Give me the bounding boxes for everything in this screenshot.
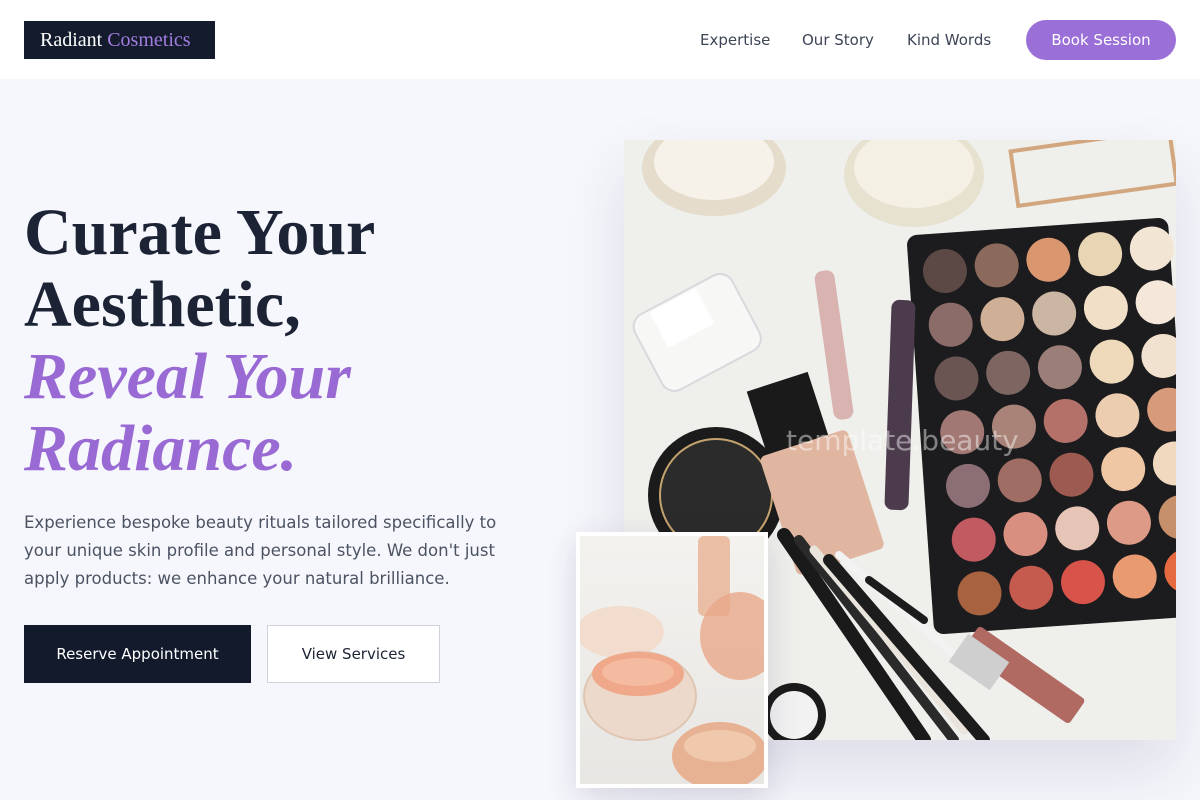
view-services-button[interactable]: View Services: [267, 625, 440, 683]
powder-jars-illustration: [580, 536, 764, 784]
reserve-appointment-button[interactable]: Reserve Appointment: [24, 625, 251, 683]
brand-name-primary: Radiant: [40, 29, 103, 51]
nav-link-kind-words[interactable]: Kind Words: [907, 30, 991, 50]
hero-title-line-2: Aesthetic,: [24, 268, 301, 341]
nav-link-expertise[interactable]: Expertise: [700, 30, 770, 50]
hero-title-accent-2: Radiance.: [24, 412, 298, 485]
brand-logo[interactable]: Radiant Cosmetics: [24, 21, 215, 59]
hero-title-line-1: Curate Your: [24, 196, 376, 269]
nav-link-our-story[interactable]: Our Story: [802, 30, 874, 50]
hero-title-accent-1: Reveal Your: [24, 340, 351, 413]
hero-description: Experience bespoke beauty rituals tailor…: [24, 513, 497, 588]
brand-name-accent: Cosmetics: [107, 29, 191, 51]
site-header: Radiant Cosmetics Expertise Our Story Ki…: [0, 0, 1200, 79]
hero-title: Curate Your Aesthetic, Reveal Your Radia…: [24, 197, 584, 485]
image-watermark: template.beauty: [786, 424, 1019, 457]
hero-secondary-image: [576, 532, 768, 788]
book-session-button[interactable]: Book Session: [1026, 20, 1176, 60]
